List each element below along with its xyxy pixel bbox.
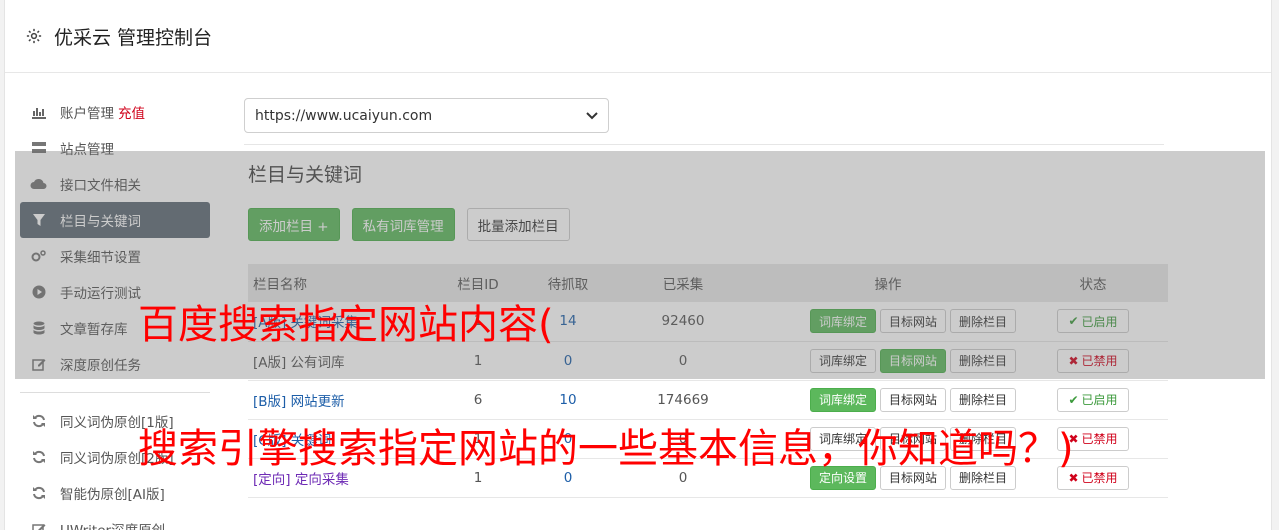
site-select[interactable]: https://www.ucaiyun.com	[244, 98, 609, 133]
refresh-icon	[30, 485, 48, 501]
gear-icon	[26, 28, 42, 44]
sidebar-item-label: UWriter深度原创	[60, 519, 165, 530]
table-row: [B版] 网站更新 6 10 174669 词库绑定 目标网站 删除栏目 ✔ 已启…	[248, 380, 1168, 419]
column-name-link[interactable]: [B版] 网站更新	[248, 380, 428, 419]
divider	[244, 144, 1164, 145]
delete-column-button[interactable]: 删除栏目	[950, 387, 1017, 412]
target-site-button[interactable]: 目标网站	[879, 387, 946, 412]
page-title: 优采云 管理控制台	[54, 26, 213, 49]
site-select-value: https://www.ucaiyun.com	[255, 107, 433, 124]
status-label: 已启用	[1081, 393, 1118, 407]
status-label: 已禁用	[1081, 432, 1118, 446]
refresh-icon	[30, 413, 48, 429]
sidebar-item-uwriter[interactable]: UWriter深度原创	[20, 511, 210, 530]
status-enabled-button[interactable]: ✔ 已启用	[1057, 387, 1129, 412]
sidebar-item-label: 智能伪原创[AI版]	[60, 487, 165, 503]
top-bar: 优采云 管理控制台	[5, 0, 1271, 73]
status-label: 已禁用	[1081, 471, 1118, 485]
bar-chart-icon	[30, 104, 48, 120]
collected-count: 174669	[657, 391, 709, 408]
overlay-caption-line1: 百度搜索指定网站内容(	[138, 302, 554, 348]
sidebar-divider	[20, 392, 210, 393]
main-panel: https://www.ucaiyun.com	[244, 98, 1164, 133]
edit-icon	[30, 521, 48, 530]
column-id: 6	[473, 391, 483, 408]
pending-count[interactable]: 10	[528, 380, 608, 419]
check-icon: ✔	[1068, 392, 1079, 407]
sidebar-item-account[interactable]: 账户管理 充值	[20, 94, 210, 130]
recharge-link[interactable]: 充值	[118, 102, 145, 122]
lexicon-bind-button[interactable]: 词库绑定	[809, 387, 876, 412]
refresh-icon	[30, 449, 48, 465]
overlay-caption-line2: 搜索引擎搜索指定网站的一些基本信息，你知道吗？)	[138, 426, 1074, 472]
sidebar-item-ai-original[interactable]: 智能伪原创[AI版]	[20, 475, 210, 511]
sidebar-item-label: 账户管理	[60, 106, 114, 122]
chevron-down-icon	[586, 108, 598, 124]
